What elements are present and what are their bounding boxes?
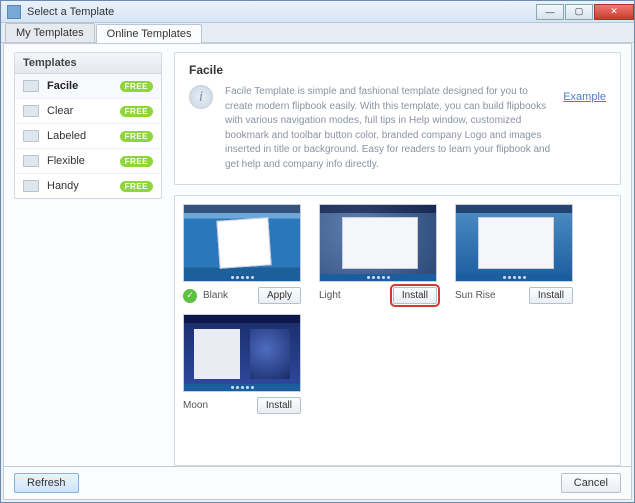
window-controls: — ▢ ✕ bbox=[535, 4, 634, 20]
template-gallery: ✓ Blank Apply Light Install bbox=[174, 195, 621, 466]
sidebar-item-label: Flexible bbox=[47, 155, 85, 167]
sidebar-item-labeled[interactable]: Labeled FREE bbox=[15, 124, 161, 149]
tab-my-templates[interactable]: My Templates bbox=[5, 23, 95, 42]
template-icon bbox=[23, 180, 39, 192]
tab-bar: My Templates Online Templates bbox=[1, 23, 634, 43]
gallery-card-sunrise: Sun Rise Install bbox=[455, 204, 573, 304]
sidebar-item-handy[interactable]: Handy FREE bbox=[15, 174, 161, 198]
minimize-button[interactable]: — bbox=[536, 4, 564, 20]
sidebar-header: Templates bbox=[15, 53, 161, 74]
window: Select a Template — ▢ ✕ My Templates Onl… bbox=[0, 0, 635, 503]
template-list: Facile FREE Clear FREE Labeled FREE bbox=[15, 74, 161, 198]
close-button[interactable]: ✕ bbox=[594, 4, 634, 20]
content-area: Templates Facile FREE Clear FREE bbox=[3, 43, 632, 500]
app-icon bbox=[7, 5, 21, 19]
maximize-button[interactable]: ▢ bbox=[565, 4, 593, 20]
thumbnail[interactable] bbox=[183, 314, 301, 392]
thumbnail[interactable] bbox=[183, 204, 301, 282]
install-button[interactable]: Install bbox=[393, 287, 437, 304]
templates-sidebar: Templates Facile FREE Clear FREE bbox=[14, 52, 162, 466]
apply-button[interactable]: Apply bbox=[258, 287, 301, 304]
cancel-button[interactable]: Cancel bbox=[561, 473, 621, 493]
card-name: Moon bbox=[183, 400, 208, 411]
gallery-card-moon: Moon Install bbox=[183, 314, 301, 414]
template-icon bbox=[23, 80, 39, 92]
template-icon bbox=[23, 130, 39, 142]
gallery-card-blank: ✓ Blank Apply bbox=[183, 204, 301, 304]
free-badge: FREE bbox=[120, 81, 153, 92]
tab-online-templates[interactable]: Online Templates bbox=[96, 24, 203, 43]
card-name: Sun Rise bbox=[455, 290, 496, 301]
template-description-panel: Facile i Facile Template is simple and f… bbox=[174, 52, 621, 185]
install-button[interactable]: Install bbox=[257, 397, 301, 414]
free-badge: FREE bbox=[120, 181, 153, 192]
thumbnail[interactable] bbox=[319, 204, 437, 282]
sidebar-item-clear[interactable]: Clear FREE bbox=[15, 99, 161, 124]
card-name: Blank bbox=[203, 290, 228, 301]
template-icon bbox=[23, 155, 39, 167]
sidebar-item-label: Handy bbox=[47, 180, 79, 192]
install-button[interactable]: Install bbox=[529, 287, 573, 304]
free-badge: FREE bbox=[120, 131, 153, 142]
thumbnail[interactable] bbox=[455, 204, 573, 282]
template-description: Facile Template is simple and fashional … bbox=[225, 85, 551, 172]
titlebar: Select a Template — ▢ ✕ bbox=[1, 1, 634, 23]
gallery-card-light: Light Install bbox=[319, 204, 437, 304]
sidebar-item-label: Clear bbox=[47, 105, 73, 117]
card-name: Light bbox=[319, 290, 341, 301]
info-icon: i bbox=[189, 85, 213, 109]
refresh-button[interactable]: Refresh bbox=[14, 473, 79, 493]
template-icon bbox=[23, 105, 39, 117]
free-badge: FREE bbox=[120, 156, 153, 167]
template-title: Facile bbox=[189, 63, 606, 77]
example-link[interactable]: Example bbox=[563, 91, 606, 103]
footer-bar: Refresh Cancel bbox=[4, 466, 631, 499]
window-title: Select a Template bbox=[27, 6, 114, 18]
sidebar-item-flexible[interactable]: Flexible FREE bbox=[15, 149, 161, 174]
sidebar-item-label: Facile bbox=[47, 80, 78, 92]
sidebar-item-label: Labeled bbox=[47, 130, 86, 142]
right-panel: Facile i Facile Template is simple and f… bbox=[174, 52, 621, 466]
sidebar-item-facile[interactable]: Facile FREE bbox=[15, 74, 161, 99]
free-badge: FREE bbox=[120, 106, 153, 117]
installed-check-icon: ✓ bbox=[183, 289, 197, 303]
